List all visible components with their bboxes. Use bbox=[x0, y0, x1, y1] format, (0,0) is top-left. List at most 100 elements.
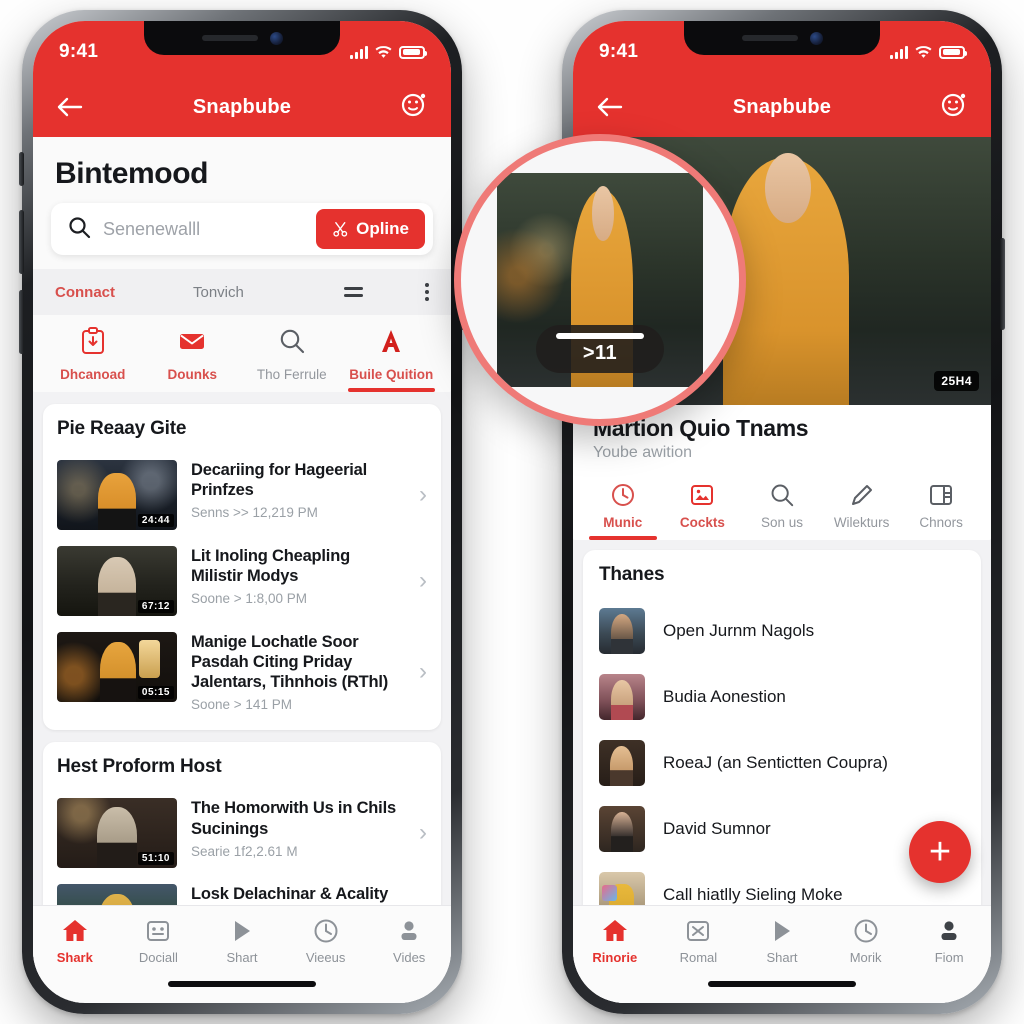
table-row[interactable]: 05:15 Manige Lochatle Soor Pasdah Citing… bbox=[57, 624, 427, 720]
volume-down-button[interactable] bbox=[19, 290, 24, 354]
list-item[interactable]: Open Jurnm Nagols bbox=[599, 598, 965, 664]
table-row[interactable]: 51:10 The Homorwith Us in Chils Sucining… bbox=[57, 790, 427, 876]
chevron-right-icon: › bbox=[419, 567, 427, 594]
icon-tab-cockts[interactable]: Cockts bbox=[663, 482, 743, 540]
icon-tab-buile-quition[interactable]: Buile Quition bbox=[342, 327, 442, 392]
search-input[interactable]: Senenewalll bbox=[103, 219, 316, 240]
detail-title: Martion Quio Tnams bbox=[593, 415, 809, 441]
duration-badge: 51:10 bbox=[137, 852, 174, 866]
status-bar: 9:41 bbox=[573, 21, 991, 77]
list-item-label: Call hiatlly Sieling Moke bbox=[663, 885, 843, 904]
table-row[interactable]: 24:44 Decariing for Hageerial Prinfzes S… bbox=[57, 452, 427, 538]
home-icon bbox=[62, 920, 87, 941]
duration-badge: 67:12 bbox=[137, 600, 174, 613]
battery-icon bbox=[939, 45, 967, 59]
row-subtitle: Searie 1f2,2.61 M bbox=[191, 843, 298, 859]
search-bar[interactable]: Senenewalll Opline bbox=[51, 203, 433, 255]
bottom-nav-romal[interactable]: Romal bbox=[657, 918, 741, 965]
segment-tonvich[interactable]: Tonvich bbox=[193, 284, 244, 301]
icon-tab-label: Cockts bbox=[679, 515, 725, 530]
magnifier-overlay: >11 bbox=[454, 134, 746, 426]
row-subtitle: Soone > 141 PM bbox=[191, 697, 292, 713]
bottom-nav-label: Shart bbox=[226, 950, 258, 965]
home-icon bbox=[602, 920, 627, 941]
bottom-nav-rinorie[interactable]: Rinorie bbox=[573, 918, 657, 965]
row-subtitle: Senns >> 12,219 PM bbox=[191, 505, 318, 521]
avatar bbox=[599, 806, 645, 852]
progress-track bbox=[556, 333, 644, 339]
grid-icon bbox=[687, 921, 710, 941]
bottom-nav-morik[interactable]: Morik bbox=[824, 918, 908, 965]
icon-tab-son-us[interactable]: Son us bbox=[742, 482, 822, 540]
search-section: Senenewalll Opline bbox=[33, 203, 451, 269]
status-indicators bbox=[890, 45, 967, 59]
right-app-title: Snapbube bbox=[732, 95, 832, 118]
opline-button[interactable]: Opline bbox=[316, 209, 425, 249]
list-item-label: Open Jurnm Nagols bbox=[663, 621, 815, 640]
icon-tab-wilekturs[interactable]: Wilekturs bbox=[822, 482, 902, 540]
back-arrow-icon[interactable] bbox=[595, 96, 625, 118]
icon-tab-chnors[interactable]: Chnors bbox=[901, 482, 981, 540]
home-indicator[interactable] bbox=[168, 981, 316, 987]
search-icon bbox=[67, 215, 91, 244]
plus-icon: + bbox=[928, 831, 952, 873]
kebab-menu-icon[interactable] bbox=[425, 283, 429, 301]
bottom-nav-shart[interactable]: Shart bbox=[740, 918, 824, 965]
bottom-nav-vides[interactable]: Vides bbox=[367, 918, 451, 965]
bottom-nav-shark[interactable]: Shark bbox=[33, 918, 117, 965]
bottom-nav-shart[interactable]: Shart bbox=[200, 918, 284, 965]
list-item-label: David Sumnor bbox=[663, 819, 771, 838]
bottom-nav-fiom[interactable]: Fiom bbox=[907, 918, 991, 965]
video-thumbnail: 05:15 bbox=[57, 632, 177, 702]
emoji-face-icon[interactable] bbox=[399, 90, 429, 125]
bottom-nav-label: Morik bbox=[849, 950, 882, 965]
clock-icon bbox=[854, 919, 878, 943]
list-item[interactable]: Budia Aonestion bbox=[599, 664, 965, 730]
home-indicator[interactable] bbox=[708, 981, 856, 987]
back-arrow-icon[interactable] bbox=[55, 96, 85, 118]
right-icon-tab-strip: Munic Cockts Son us Wilekturs Chnors bbox=[573, 466, 991, 540]
row-title: The Homorwith Us in Chils Sucinings bbox=[191, 799, 396, 838]
power-button[interactable] bbox=[1000, 238, 1005, 330]
right-app-bar: Snapbube bbox=[573, 77, 991, 137]
volume-up-button[interactable] bbox=[19, 210, 24, 274]
bottom-nav-label: Fiom bbox=[934, 950, 964, 965]
left-app-title: Snapbube bbox=[192, 95, 292, 118]
hamburger-icon[interactable] bbox=[344, 287, 363, 297]
segment-bar: Connact Tonvich bbox=[33, 269, 451, 315]
segment-connact[interactable]: Connact bbox=[55, 284, 115, 301]
icon-tab-dounks[interactable]: Dounks bbox=[143, 327, 243, 392]
icon-tab-tho-ferrule[interactable]: Tho Ferrule bbox=[242, 327, 342, 392]
list-item[interactable]: RoeaJ (an Sentictten Coupra) bbox=[599, 730, 965, 796]
progress-bar-icon[interactable]: >11 bbox=[536, 325, 664, 373]
row-title: Decariing for Hageerial Prinfzes bbox=[191, 461, 368, 500]
envelope-icon bbox=[178, 327, 206, 360]
list-heading: Thanes bbox=[599, 564, 665, 585]
left-phone-device: 9:41 Snapbube Bintemood Senenewalll Opli… bbox=[19, 10, 465, 1014]
icon-tab-label: Dhcanoad bbox=[60, 367, 126, 382]
book-icon bbox=[930, 485, 953, 505]
notch bbox=[684, 21, 880, 55]
icon-tab-munic[interactable]: Munic bbox=[583, 482, 663, 540]
notch bbox=[144, 21, 340, 55]
avatar bbox=[599, 674, 645, 720]
table-row[interactable]: 67:12 Lit Inoling Cheapling Milistir Mod… bbox=[57, 538, 427, 624]
wifi-icon bbox=[375, 45, 392, 58]
bottom-nav-label: Vides bbox=[393, 950, 426, 965]
emoji-face-icon[interactable] bbox=[939, 90, 969, 125]
icon-tab-label: Buile Quition bbox=[349, 367, 434, 382]
video-thumbnail: 67:12 bbox=[57, 546, 177, 616]
bottom-nav-dociall[interactable]: Dociall bbox=[117, 918, 201, 965]
add-button[interactable]: + bbox=[909, 821, 971, 883]
icon-tab-label: Tho Ferrule bbox=[256, 367, 327, 382]
silent-switch[interactable] bbox=[19, 152, 24, 186]
bottom-nav-label: Vieeus bbox=[305, 950, 346, 965]
clock-icon bbox=[314, 919, 338, 943]
left-screen-body: Bintemood Senenewalll Opline Connact Ton… bbox=[33, 137, 451, 1003]
bottom-nav-vieeus[interactable]: Vieeus bbox=[284, 918, 368, 965]
status-time: 9:41 bbox=[599, 41, 639, 62]
icon-tab-dhcanoad[interactable]: Dhcanoad bbox=[43, 327, 143, 392]
bottom-nav-label: Rinorie bbox=[592, 950, 638, 965]
icon-tab-label: Munic bbox=[603, 515, 643, 530]
icon-tab-label: Chnors bbox=[919, 515, 963, 530]
